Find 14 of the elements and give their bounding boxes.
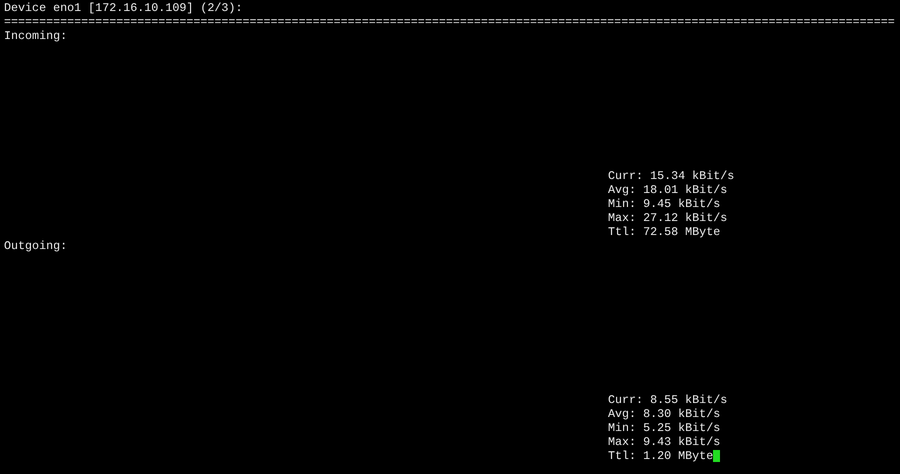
- stat-line: Min: 9.45 kBit/s: [608, 197, 720, 211]
- stat-line: Min: 5.25 kBit/s: [608, 421, 720, 435]
- stat-line: Curr: 8.55 kBit/s: [608, 393, 728, 407]
- stat-line: Avg: 18.01 kBit/s: [608, 183, 728, 197]
- device-title: Device eno1 [172.16.10.109] (2/3):: [4, 1, 242, 15]
- stat-line: Max: 9.43 kBit/s: [608, 435, 720, 449]
- stat-line: Max: 27.12 kBit/s: [608, 211, 728, 225]
- stat-line: Avg: 8.30 kBit/s: [608, 407, 720, 421]
- separator-line: ===============================================================================================================================: [4, 15, 895, 29]
- stat-line: Curr: 15.34 kBit/s: [608, 169, 734, 183]
- section-label: Incoming:: [4, 29, 68, 43]
- section-label: Outgoing:: [4, 239, 68, 253]
- stat-line: Ttl: 72.58 MByte: [608, 225, 720, 239]
- stat-line: Ttl: 1.20 MByte: [608, 449, 714, 463]
